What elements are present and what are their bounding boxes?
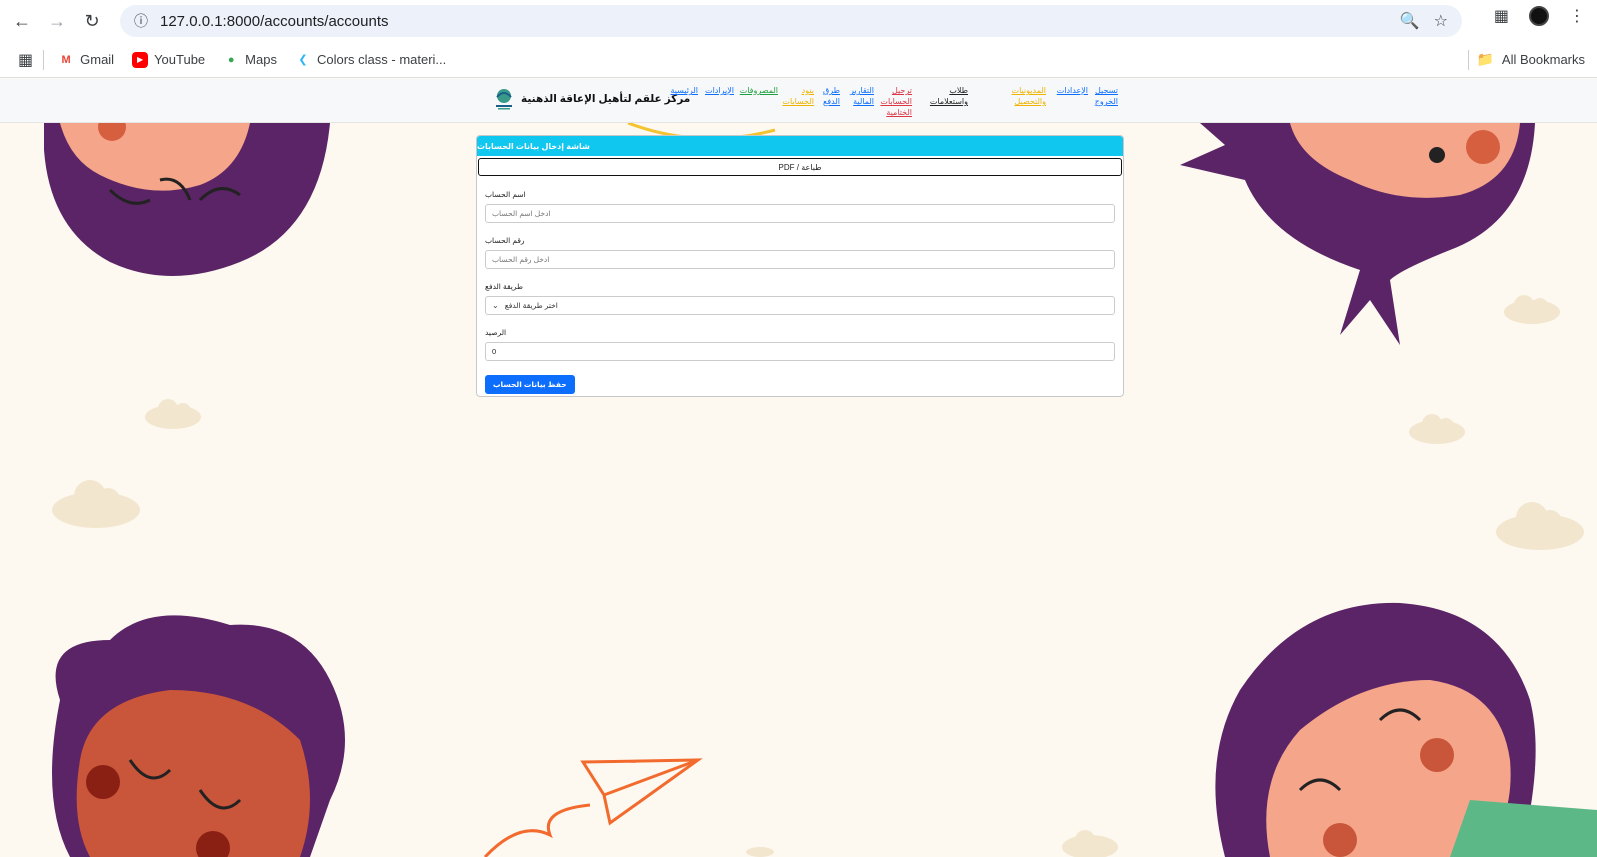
brand[interactable]: مركز علقم لتأهيل الإعاقة الذهنية — [493, 87, 690, 111]
balance-label: الرصيد — [485, 328, 507, 337]
account-name-input[interactable]: ادخل اسم الحساب — [485, 204, 1115, 223]
nav-logout[interactable]: تسجيل الخروج — [1092, 85, 1118, 107]
nav-home[interactable]: الرئيسية — [668, 85, 698, 96]
boy-illustration-bottom-left — [52, 615, 345, 857]
save-account-button[interactable]: حفظ بيانات الحساب — [485, 375, 575, 394]
bookmarks-separator — [1468, 49, 1469, 70]
account-number-input[interactable]: ادخل رقم الحساب — [485, 250, 1115, 269]
flutter-icon: ❮ — [298, 54, 308, 66]
nav-settings[interactable]: الإعدادات — [1054, 85, 1088, 96]
bookmark-label: Maps — [245, 52, 277, 67]
bookmarks-bar: ▦ M Gmail ▶ YouTube ● Maps ❮ Colors clas… — [0, 42, 1597, 78]
payment-method-label: طريقة الدفع — [485, 282, 523, 291]
address-bar[interactable]: ⓘ 127.0.0.1:8000/accounts/accounts 🔍 ☆ — [120, 5, 1462, 37]
extensions-icon[interactable]: ▦ — [1494, 6, 1509, 26]
url-text: 127.0.0.1:8000/accounts/accounts — [160, 12, 389, 30]
nav-revenues[interactable]: الإيرادات — [702, 85, 734, 96]
girl-illustration-bottom-right — [1215, 602, 1597, 857]
nav-expenses[interactable]: المصروفات — [738, 85, 778, 96]
zoom-icon[interactable]: 🔍 — [1400, 11, 1420, 31]
nav-payment-methods[interactable]: طرق الدفع — [818, 85, 840, 107]
card-header: شاشة إدخال بيانات الحسابات — [477, 136, 1123, 156]
youtube-icon: ▶ — [132, 51, 149, 68]
reload-icon[interactable]: ↻ — [76, 5, 108, 37]
balance-input[interactable]: 0 — [485, 342, 1115, 361]
center-logo-icon — [496, 89, 512, 110]
paper-plane-illustration — [483, 758, 703, 857]
print-pdf-button[interactable]: PDF / طباعة — [478, 158, 1122, 176]
back-icon[interactable]: ← — [6, 5, 38, 37]
payment-method-selected: اختر طريقة الدفع — [504, 301, 558, 310]
all-bookmarks-button[interactable]: 📁 All Bookmarks — [1476, 51, 1585, 68]
account-form: اسم الحساب ادخل اسم الحساب رقم الحساب اد… — [477, 176, 1123, 394]
nav-students-inquiries[interactable]: طلاب واستعلامات — [928, 85, 968, 107]
forward-icon[interactable]: → — [41, 5, 73, 37]
nav-debts-collection[interactable]: المديونيات والتحصيل — [1008, 85, 1046, 107]
payment-method-select[interactable]: ⌄ اختر طريقة الدفع — [485, 296, 1115, 315]
account-number-label: رقم الحساب — [485, 236, 525, 245]
chevron-down-icon: ⌄ — [492, 301, 499, 310]
brand-name: مركز علقم لتأهيل الإعاقة الذهنية — [521, 93, 691, 105]
gmail-icon: M — [61, 53, 71, 66]
all-bookmarks-label: All Bookmarks — [1501, 52, 1585, 67]
site-info-icon[interactable]: ⓘ — [126, 11, 156, 31]
bookmark-star-icon[interactable]: ☆ — [1434, 11, 1448, 31]
bookmark-gmail[interactable]: M Gmail — [58, 52, 115, 68]
browser-toolbar: ← → ↻ ⓘ 127.0.0.1:8000/accounts/accounts… — [0, 0, 1597, 42]
account-name-label: اسم الحساب — [485, 190, 526, 199]
girl-illustration-top-right — [1180, 123, 1535, 345]
bookmark-label: Gmail — [80, 52, 115, 67]
bookmark-label: YouTube — [154, 52, 206, 67]
folder-icon: 📁 — [1476, 51, 1494, 67]
nav-closing-accounts[interactable]: ترحيل الحسابات الختامية — [878, 85, 912, 118]
bookmark-youtube[interactable]: ▶ YouTube — [132, 51, 206, 68]
menu-kebab-icon[interactable]: ⋮ — [1569, 6, 1585, 26]
maps-pin-icon: ● — [227, 53, 235, 66]
bookmark-label: Colors class - materi... — [316, 52, 447, 67]
account-entry-card: شاشة إدخال بيانات الحسابات PDF / طباعة ا… — [476, 135, 1124, 397]
profile-avatar[interactable] — [1529, 6, 1549, 26]
site-navbar: مركز علقم لتأهيل الإعاقة الذهنية تسجيل ا… — [0, 79, 1597, 123]
apps-grid-icon[interactable]: ▦ — [18, 50, 33, 70]
nav-account-items[interactable]: بنود الحسابات — [782, 85, 814, 107]
bookmark-colors-class[interactable]: ❮ Colors class - materi... — [295, 52, 446, 68]
nav-financial-reports[interactable]: التقارير المالية — [846, 85, 874, 107]
bookmarks-separator — [43, 49, 45, 70]
girl-illustration-top-left — [44, 123, 330, 276]
bookmark-maps[interactable]: ● Maps — [223, 52, 277, 68]
